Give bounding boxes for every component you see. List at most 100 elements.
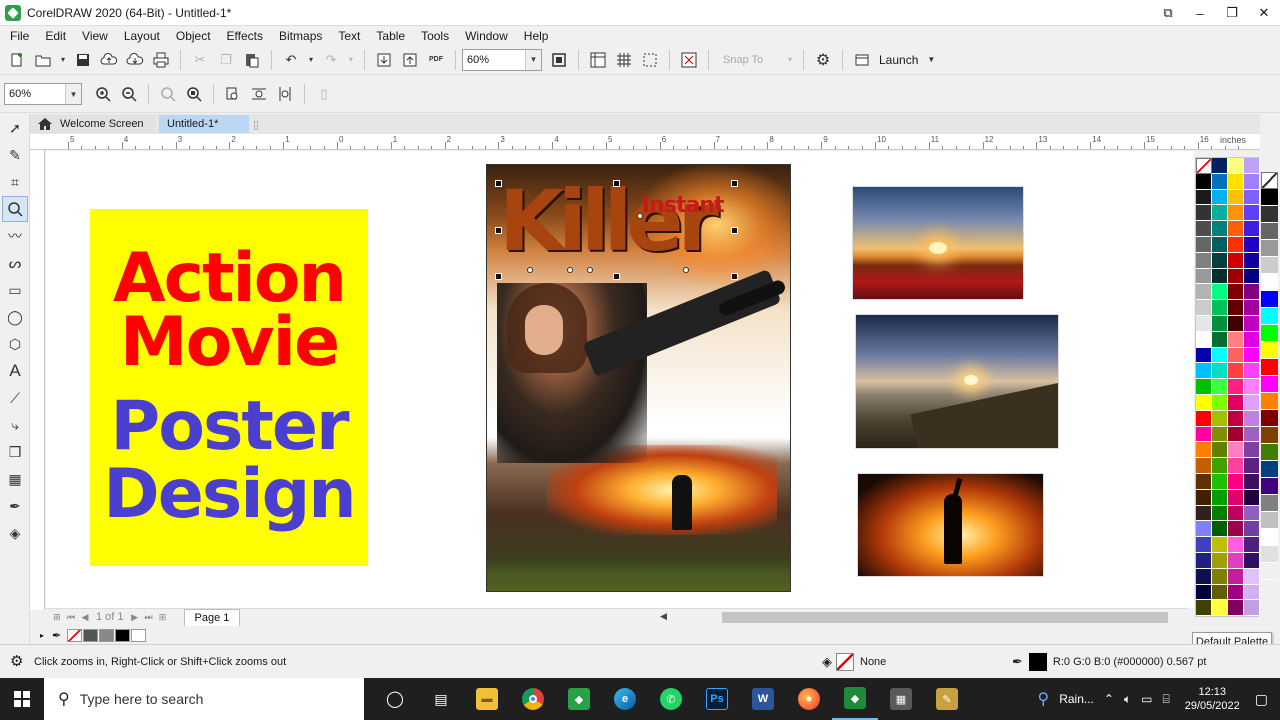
menu-tools[interactable]: Tools xyxy=(413,29,457,43)
zoom-levels-combo-secondary[interactable]: 60% ▼ xyxy=(4,83,82,105)
palette-swatch[interactable] xyxy=(1228,252,1244,269)
palette-swatch[interactable] xyxy=(1196,473,1212,490)
palette-swatch[interactable] xyxy=(1228,552,1244,569)
palette-swatch[interactable] xyxy=(1196,552,1212,569)
palette-swatch[interactable] xyxy=(1196,173,1212,190)
edge-icon[interactable]: e xyxy=(602,678,648,720)
vertical-ruler[interactable] xyxy=(30,150,45,610)
zoom-in-icon[interactable] xyxy=(92,83,114,105)
palette-swatch[interactable] xyxy=(1196,410,1212,427)
zoom-tool-icon[interactable] xyxy=(2,196,28,222)
selection-handle[interactable] xyxy=(495,273,502,280)
open-folder-icon[interactable] xyxy=(32,49,54,71)
tab-welcome-screen[interactable]: Welcome Screen xyxy=(30,115,155,133)
palette-swatch[interactable] xyxy=(1212,268,1228,285)
crop-tool-icon[interactable]: ⌗ xyxy=(2,169,28,195)
palette-swatch[interactable] xyxy=(1261,427,1278,444)
palette-swatch[interactable] xyxy=(1212,537,1228,553)
artistic-media-tool-icon[interactable]: ᔕ xyxy=(2,250,28,276)
palette-swatch[interactable] xyxy=(1261,359,1278,376)
photoshop-icon[interactable]: Ps xyxy=(694,678,740,720)
battery-icon[interactable]: ▭ xyxy=(1141,692,1152,706)
word-icon[interactable]: W xyxy=(740,678,786,720)
palette-swatch[interactable] xyxy=(1212,442,1228,459)
chrome-icon[interactable] xyxy=(510,678,556,720)
selection-handle[interactable] xyxy=(731,180,738,187)
palette-swatch[interactable] xyxy=(1212,347,1228,364)
palette-swatch[interactable] xyxy=(1196,252,1212,269)
timeline-icon[interactable]: ▤ xyxy=(418,678,464,720)
palette-swatch[interactable] xyxy=(1196,521,1212,538)
first-page-icon[interactable]: ⏮ xyxy=(64,612,78,623)
palette-swatch[interactable] xyxy=(1196,379,1212,395)
palette-swatch[interactable] xyxy=(1212,458,1228,474)
swatch-dark-gray[interactable] xyxy=(83,628,99,642)
zoom-to-page-icon[interactable] xyxy=(222,83,244,105)
text-node-handle[interactable] xyxy=(567,267,573,273)
palette-swatch[interactable] xyxy=(1196,205,1212,222)
new-document-icon[interactable] xyxy=(6,49,28,71)
palette-swatch[interactable] xyxy=(1244,426,1260,443)
text-node-handle[interactable] xyxy=(683,267,689,273)
palette-swatch[interactable] xyxy=(1228,347,1244,364)
freehand-tool-icon[interactable]: 〰 xyxy=(2,223,28,249)
palette-swatch[interactable] xyxy=(1244,315,1260,332)
selection-handle[interactable] xyxy=(495,227,502,234)
close-button[interactable]: ✕ xyxy=(1248,0,1280,26)
palette-swatch[interactable] xyxy=(1244,473,1260,490)
menu-table[interactable]: Table xyxy=(368,29,413,43)
palette-swatch[interactable] xyxy=(1196,331,1212,348)
photo-fire-silhouette[interactable] xyxy=(857,473,1044,577)
corel-tool-icon[interactable]: ✎ xyxy=(924,678,970,720)
options-gear-icon[interactable]: ⚙ xyxy=(812,49,834,71)
connector-tool-icon[interactable]: ⤷ xyxy=(2,412,28,438)
menu-view[interactable]: View xyxy=(74,29,116,43)
photo-poppy-field-sunset[interactable] xyxy=(852,186,1024,300)
palette-swatch[interactable] xyxy=(1228,221,1244,237)
eyedropper-icon[interactable]: ✒ xyxy=(52,629,61,642)
redo-icon[interactable]: ↷ xyxy=(320,49,342,71)
minimize-button[interactable]: – xyxy=(1184,0,1216,26)
palette-swatch[interactable] xyxy=(1212,505,1228,522)
palette-swatch[interactable] xyxy=(1212,410,1228,427)
save-icon[interactable] xyxy=(72,49,94,71)
palette-swatch[interactable] xyxy=(1228,379,1244,395)
palette-swatch[interactable] xyxy=(1228,268,1244,285)
zoom-to-page-height-icon[interactable] xyxy=(274,83,296,105)
palette-swatch[interactable] xyxy=(1196,505,1212,522)
palette-swatch[interactable] xyxy=(1244,205,1260,222)
open-dropdown-icon[interactable]: ▾ xyxy=(58,49,68,71)
palette-swatch[interactable] xyxy=(1261,342,1278,359)
palette-swatch[interactable] xyxy=(1212,315,1228,332)
palette-swatch[interactable] xyxy=(1244,568,1260,585)
palette-swatch[interactable] xyxy=(1244,394,1260,411)
zoom-levels-combo[interactable]: 60% ▼ xyxy=(462,48,542,71)
poster-artwork[interactable]: Killer Instant xyxy=(486,164,791,592)
palette-swatch[interactable] xyxy=(1228,363,1244,380)
palette-swatch[interactable] xyxy=(1261,461,1278,478)
palette-swatch[interactable] xyxy=(1212,473,1228,490)
palette-swatch[interactable] xyxy=(1261,274,1278,291)
shape-tool-icon[interactable]: ✎ xyxy=(2,142,28,168)
palette-swatch[interactable] xyxy=(1196,568,1212,585)
launch-dropdown-icon[interactable]: ▼ xyxy=(924,49,938,71)
mouse-wheel-icon[interactable]: ▯ xyxy=(313,83,335,105)
palette-swatch[interactable] xyxy=(1244,268,1260,285)
palette-swatch[interactable] xyxy=(1261,512,1278,529)
palette-swatch[interactable] xyxy=(1196,458,1212,474)
palette-swatch[interactable] xyxy=(1228,173,1244,190)
text-node-handle[interactable] xyxy=(637,213,643,219)
notifications-icon[interactable]: ▢ xyxy=(1255,691,1268,708)
add-page-before-icon[interactable]: ⊞ xyxy=(50,612,64,623)
palette-swatch[interactable] xyxy=(1212,173,1228,190)
cloud-download-icon[interactable] xyxy=(124,49,146,71)
default-palette-overflow[interactable] xyxy=(1261,172,1278,592)
palette-swatch[interactable] xyxy=(1244,489,1260,506)
undo-dropdown-icon[interactable]: ▾ xyxy=(306,49,316,71)
fill-indicator[interactable]: ◈ None xyxy=(822,653,886,671)
palette-swatch[interactable] xyxy=(1228,584,1244,601)
palette-swatch[interactable] xyxy=(1261,223,1278,240)
palette-swatch[interactable] xyxy=(1212,600,1228,617)
cloud-upload-icon[interactable] xyxy=(98,49,120,71)
launch-icon[interactable] xyxy=(851,49,873,71)
